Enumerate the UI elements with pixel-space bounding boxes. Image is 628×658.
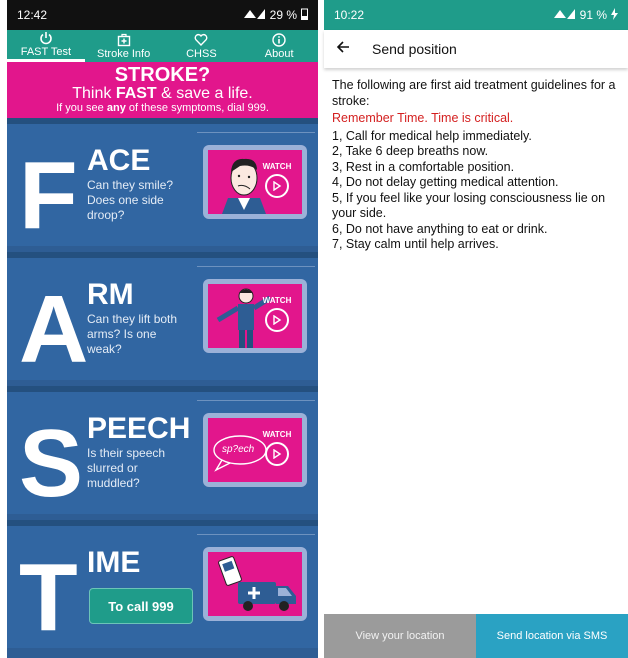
tab-label: Stroke Info [97, 47, 151, 60]
tab-stroke-info[interactable]: Stroke Info [85, 30, 163, 62]
face-card: F ACE Can they smile? Does one side droo… [7, 118, 318, 246]
status-bar: 12:42 29 % [7, 0, 318, 30]
arm-card: A RM Can they lift both arms? Is one wea… [7, 252, 318, 380]
heart-icon [194, 33, 208, 46]
play-icon [265, 174, 289, 198]
tab-chss[interactable]: CHSS [163, 30, 241, 62]
speech-video-thumbnail[interactable]: sp?ech WATCH [203, 413, 307, 487]
send-sms-button[interactable]: Send location via SMS [476, 614, 628, 658]
banner-title: STROKE? [114, 64, 211, 86]
step-item: 6, Do not have anything to eat or drink. [332, 221, 548, 236]
watch-label: WATCH [260, 296, 294, 332]
speech-card: S PEECH Is their speech slurred or muddl… [7, 386, 318, 514]
charging-icon [611, 7, 618, 23]
tab-label: FAST Test [20, 46, 72, 58]
banner-subtitle: Think FAST & save a life. [72, 85, 253, 102]
bottom-action-bar: View your location Send location via SMS [324, 614, 628, 658]
card-word: ACE [87, 144, 151, 177]
first-aid-icon [117, 33, 130, 46]
battery-icon [301, 8, 308, 23]
status-bar: 10:22 91 % [324, 0, 628, 30]
tab-about[interactable]: About [240, 30, 318, 62]
ambulance-thumbnail[interactable] [203, 547, 307, 621]
tab-bar: FAST Test Stroke Info CHSS About [7, 30, 318, 62]
page-title: Send position [372, 41, 457, 57]
card-description: Can they smile? Does one side droop? [87, 178, 174, 222]
play-icon [265, 308, 289, 332]
view-location-button[interactable]: View your location [324, 614, 476, 658]
time-warning: Remember Time. Time is critical. [332, 111, 514, 125]
ambulance-phone-icon [218, 556, 296, 611]
power-icon [40, 32, 52, 45]
step-item: 2, Take 6 deep breaths now. [332, 144, 489, 158]
tab-label: CHSS [186, 47, 217, 60]
card-letter: S [19, 410, 84, 517]
play-icon [265, 442, 289, 466]
card-letter: A [19, 276, 89, 383]
card-description: Can they lift both arms? Is one weak? [87, 312, 178, 356]
send-position-screen: 10:22 91 % Send position The following a… [324, 0, 628, 658]
card-word: PEECH [87, 412, 191, 445]
step-item: 3, Rest in a comfortable position. [332, 159, 515, 174]
time-card: T IME To call 999 [7, 520, 318, 648]
step-item: 5, If you feel like your losing consciou… [332, 190, 606, 221]
fast-test-screen: 12:42 29 % FAST Test Stroke Info CHSS Ab… [7, 0, 318, 658]
step-item: 1, Call for medical help immediately. [332, 128, 532, 143]
watch-label: WATCH [260, 430, 294, 466]
info-icon [272, 32, 286, 47]
card-description: Is their speech slurred or muddled? [87, 446, 166, 490]
tab-label: About [264, 47, 294, 60]
step-item: 4, Do not delay getting medical attentio… [332, 175, 559, 189]
status-time: 12:42 [17, 8, 48, 22]
status-time: 10:22 [334, 8, 365, 22]
status-battery: 29 % [269, 8, 297, 22]
guidelines-intro: The following are first aid treatment gu… [332, 78, 616, 108]
face-video-thumbnail[interactable]: WATCH [203, 145, 307, 219]
signal-icon [552, 8, 576, 23]
card-letter: T [19, 544, 78, 651]
card-letter: F [19, 142, 78, 249]
step-item: 7, Stay calm until help arrives. [332, 237, 499, 251]
watch-label: WATCH [260, 162, 294, 198]
guidelines-content: The following are first aid treatment gu… [324, 68, 628, 253]
card-word: IME [87, 546, 141, 579]
card-word: RM [87, 278, 134, 311]
stroke-banner: STROKE? Think FAST & save a life. If you… [7, 62, 318, 118]
call-999-button[interactable]: To call 999 [89, 588, 193, 624]
app-bar: Send position [324, 30, 628, 68]
speech-bubble-text: sp?ech [222, 444, 255, 455]
status-battery: 91 % [579, 8, 607, 22]
back-arrow-icon[interactable] [336, 40, 350, 59]
arm-video-thumbnail[interactable]: WATCH [203, 279, 307, 353]
tab-fast-test[interactable]: FAST Test [7, 30, 85, 62]
signal-icon [242, 8, 266, 23]
banner-note: If you see any of these symptoms, dial 9… [56, 102, 269, 114]
